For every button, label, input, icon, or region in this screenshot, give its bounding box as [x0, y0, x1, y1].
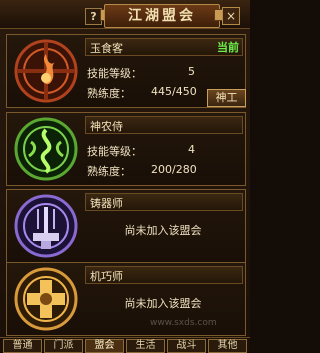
- guild-name-bar: 玉食客 当前: [85, 38, 243, 56]
- current-guild-badge: 当前: [217, 41, 239, 54]
- guild-name-bar: 神农侍: [85, 116, 243, 134]
- skill-level-value: 5: [188, 65, 195, 78]
- guild-name: 机巧师: [90, 270, 123, 283]
- bottom-tab-bar: 普通 门派 盟会 生活 战斗 其他: [0, 337, 250, 353]
- guild-name: 玉食客: [90, 42, 123, 55]
- herb-swirl-icon: [13, 116, 79, 182]
- skill-level-label: 技能等级：: [87, 145, 142, 158]
- rank-button[interactable]: 神工: [207, 89, 246, 107]
- skill-level-label: 技能等级：: [87, 67, 142, 80]
- flame-medallion-icon: [13, 38, 79, 104]
- guild-name: 神农侍: [90, 120, 123, 133]
- skill-level-value: 4: [188, 143, 195, 156]
- proficiency-label: 熟练度：: [87, 165, 131, 178]
- guild-name-bar: 机巧师: [85, 266, 243, 284]
- guild-row-shennongshi[interactable]: 神农侍 技能等级： 4 熟练度： 200/280: [6, 112, 246, 186]
- proficiency-label: 熟练度：: [87, 87, 131, 100]
- guild-row-yushike[interactable]: 玉食客 当前 技能等级： 5 熟练度： 445/450 神工: [6, 34, 246, 108]
- not-joined-message: 尚未加入该盟会: [124, 297, 202, 310]
- window-title: 江湖盟会: [104, 4, 220, 28]
- close-button[interactable]: ×: [222, 7, 240, 25]
- anvil-hammer-icon: [13, 193, 79, 259]
- guild-row-zhuqishi[interactable]: 铸器师 尚未加入该盟会: [6, 189, 246, 263]
- proficiency-value: 200/280: [151, 163, 197, 176]
- guild-name: 铸器师: [90, 197, 123, 210]
- watermark-text: www.sxds.com: [150, 318, 217, 328]
- proficiency-value: 445/450: [151, 85, 197, 98]
- guild-name-bar: 铸器师: [85, 193, 243, 211]
- gear-cross-icon: [13, 266, 79, 332]
- not-joined-message: 尚未加入该盟会: [124, 224, 202, 237]
- guild-window: ? 江湖盟会 × 玉食客 当前 技能等级： 5 熟练度： 445/450 神工: [0, 0, 250, 353]
- title-bar[interactable]: ? 江湖盟会 ×: [0, 0, 250, 29]
